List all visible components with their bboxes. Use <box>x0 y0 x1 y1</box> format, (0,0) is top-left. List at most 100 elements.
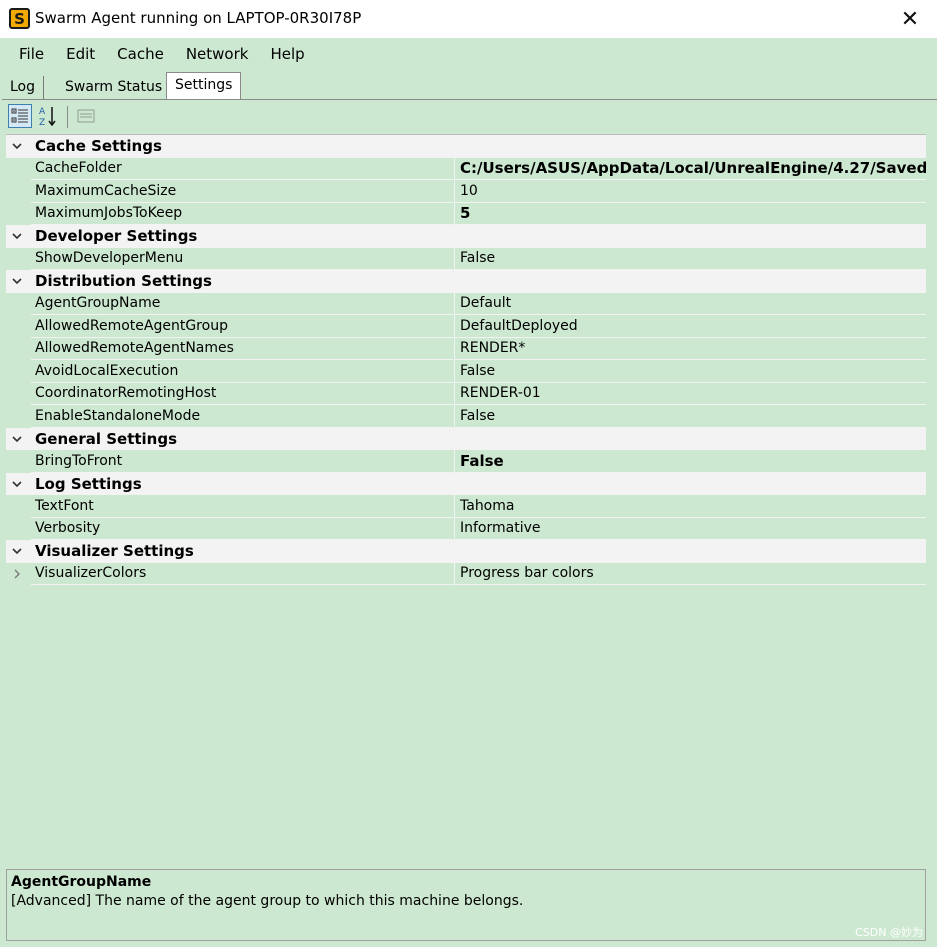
menu-edit[interactable]: Edit <box>55 45 106 63</box>
property-row[interactable]: AvoidLocalExecution False <box>6 360 926 383</box>
property-row[interactable]: CoordinatorRemotingHost RENDER-01 <box>6 382 926 405</box>
chevron-down-icon[interactable] <box>10 274 24 288</box>
row-gutter <box>6 315 31 338</box>
chevron-down-icon[interactable] <box>10 432 24 446</box>
row-gutter <box>6 517 31 540</box>
category-label: Cache Settings <box>35 137 162 156</box>
property-name[interactable]: VisualizerColors <box>31 562 453 585</box>
categorized-view-button[interactable] <box>8 104 32 128</box>
property-value[interactable]: Progress bar colors <box>454 562 926 585</box>
category-row[interactable]: Distribution Settings <box>6 270 926 293</box>
property-row[interactable]: AllowedRemoteAgentGroup DefaultDeployed <box>6 315 926 338</box>
property-row[interactable]: ShowDeveloperMenu False <box>6 247 926 270</box>
property-row[interactable]: MaximumCacheSize 10 <box>6 180 926 203</box>
swarm-app-icon: S <box>9 8 30 29</box>
property-row[interactable]: BringToFront False <box>6 450 926 473</box>
property-row[interactable]: VisualizerColors Progress bar colors <box>6 562 926 585</box>
tab-settings[interactable]: Settings <box>166 72 242 100</box>
property-row[interactable]: AllowedRemoteAgentNames RENDER* <box>6 337 926 360</box>
menu-file[interactable]: File <box>8 45 55 63</box>
row-gutter <box>6 180 31 203</box>
property-name[interactable]: MaximumCacheSize <box>31 180 453 203</box>
property-value[interactable]: 10 <box>454 180 926 203</box>
category-label: Visualizer Settings <box>35 542 194 561</box>
property-value[interactable]: DefaultDeployed <box>454 315 926 338</box>
row-gutter <box>6 337 31 360</box>
watermark: CSDN @妙为 <box>855 926 923 939</box>
row-gutter <box>6 157 31 180</box>
property-value[interactable]: Tahoma <box>454 495 926 518</box>
property-name[interactable]: AgentGroupName <box>31 292 453 315</box>
property-value[interactable]: False <box>454 450 926 473</box>
chevron-down-icon[interactable] <box>10 139 24 153</box>
property-name[interactable]: TextFont <box>31 495 453 518</box>
row-gutter <box>6 495 31 518</box>
property-name[interactable]: CoordinatorRemotingHost <box>31 382 453 405</box>
tab-swarm-status[interactable]: Swarm Status <box>57 76 170 100</box>
tab-strip: Log Swarm Status Settings <box>0 70 937 100</box>
title-bar: S Swarm Agent running on LAPTOP-0R30I78P… <box>0 0 937 38</box>
chevron-down-icon[interactable] <box>10 544 24 558</box>
help-panel: AgentGroupName [Advanced] The name of th… <box>6 869 926 941</box>
property-name[interactable]: ShowDeveloperMenu <box>31 247 453 270</box>
alphabetical-sort-button[interactable]: A Z <box>36 104 60 128</box>
row-gutter <box>6 202 31 225</box>
menu-help[interactable]: Help <box>259 45 315 63</box>
property-value[interactable]: 5 <box>454 202 926 225</box>
row-gutter <box>6 450 31 473</box>
property-value[interactable]: C:/Users/ASUS/AppData/Local/UnrealEngine… <box>454 157 926 180</box>
help-title: AgentGroupName <box>11 874 152 890</box>
property-row[interactable]: MaximumJobsToKeep 5 <box>6 202 926 225</box>
chevron-down-icon[interactable] <box>10 477 24 491</box>
row-gutter <box>6 292 31 315</box>
row-gutter <box>6 382 31 405</box>
row-gutter <box>6 405 31 428</box>
property-name[interactable]: AllowedRemoteAgentGroup <box>31 315 453 338</box>
property-grid-toolbar: A Z <box>2 100 935 132</box>
category-label: Distribution Settings <box>35 272 212 291</box>
category-row[interactable]: Log Settings <box>6 472 926 495</box>
property-row[interactable]: TextFont Tahoma <box>6 495 926 518</box>
property-value[interactable]: Default <box>454 292 926 315</box>
property-row[interactable]: AgentGroupName Default <box>6 292 926 315</box>
svg-text:Z: Z <box>39 118 45 127</box>
property-value[interactable]: False <box>454 360 926 383</box>
menu-bar: File Edit Cache Network Help <box>0 38 937 70</box>
category-label: General Settings <box>35 429 178 448</box>
help-description: [Advanced] The name of the agent group t… <box>11 893 524 909</box>
property-name[interactable]: EnableStandaloneMode <box>31 405 453 428</box>
property-row[interactable]: CacheFolder C:/Users/ASUS/AppData/Local/U… <box>6 157 926 180</box>
window-title: Swarm Agent running on LAPTOP-0R30I78P <box>35 9 362 27</box>
category-row[interactable]: Visualizer Settings <box>6 540 926 563</box>
property-value[interactable]: False <box>454 405 926 428</box>
property-value[interactable]: RENDER-01 <box>454 382 926 405</box>
categorized-icon <box>11 108 28 123</box>
property-name[interactable]: CacheFolder <box>31 157 453 180</box>
chevron-down-icon[interactable] <box>10 229 24 243</box>
property-value[interactable]: RENDER* <box>454 337 926 360</box>
property-name[interactable]: MaximumJobsToKeep <box>31 202 453 225</box>
category-row[interactable]: General Settings <box>6 427 926 450</box>
category-label: Developer Settings <box>35 227 198 246</box>
close-icon: ✕ <box>900 6 920 32</box>
property-grid[interactable]: Cache Settings CacheFolder C:/Users/ASUS/A… <box>6 134 926 864</box>
toolbar-separator <box>67 106 68 128</box>
menu-network[interactable]: Network <box>175 45 260 63</box>
property-name[interactable]: AvoidLocalExecution <box>31 360 453 383</box>
property-name[interactable]: Verbosity <box>31 517 453 540</box>
property-value[interactable]: False <box>454 247 926 270</box>
property-name[interactable]: BringToFront <box>31 450 453 473</box>
property-pages-button[interactable] <box>74 104 98 128</box>
row-gutter <box>6 247 31 270</box>
tab-log[interactable]: Log <box>2 76 45 100</box>
property-row[interactable]: Verbosity Informative <box>6 517 926 540</box>
close-button[interactable]: ✕ <box>887 0 933 38</box>
category-row[interactable]: Developer Settings <box>6 225 926 248</box>
category-row[interactable]: Cache Settings <box>6 135 926 158</box>
property-row[interactable]: EnableStandaloneMode False <box>6 405 926 428</box>
menu-cache[interactable]: Cache <box>106 45 175 63</box>
property-name[interactable]: AllowedRemoteAgentNames <box>31 337 453 360</box>
category-label: Log Settings <box>35 474 142 493</box>
chevron-right-icon[interactable] <box>10 567 24 581</box>
property-value[interactable]: Informative <box>454 517 926 540</box>
